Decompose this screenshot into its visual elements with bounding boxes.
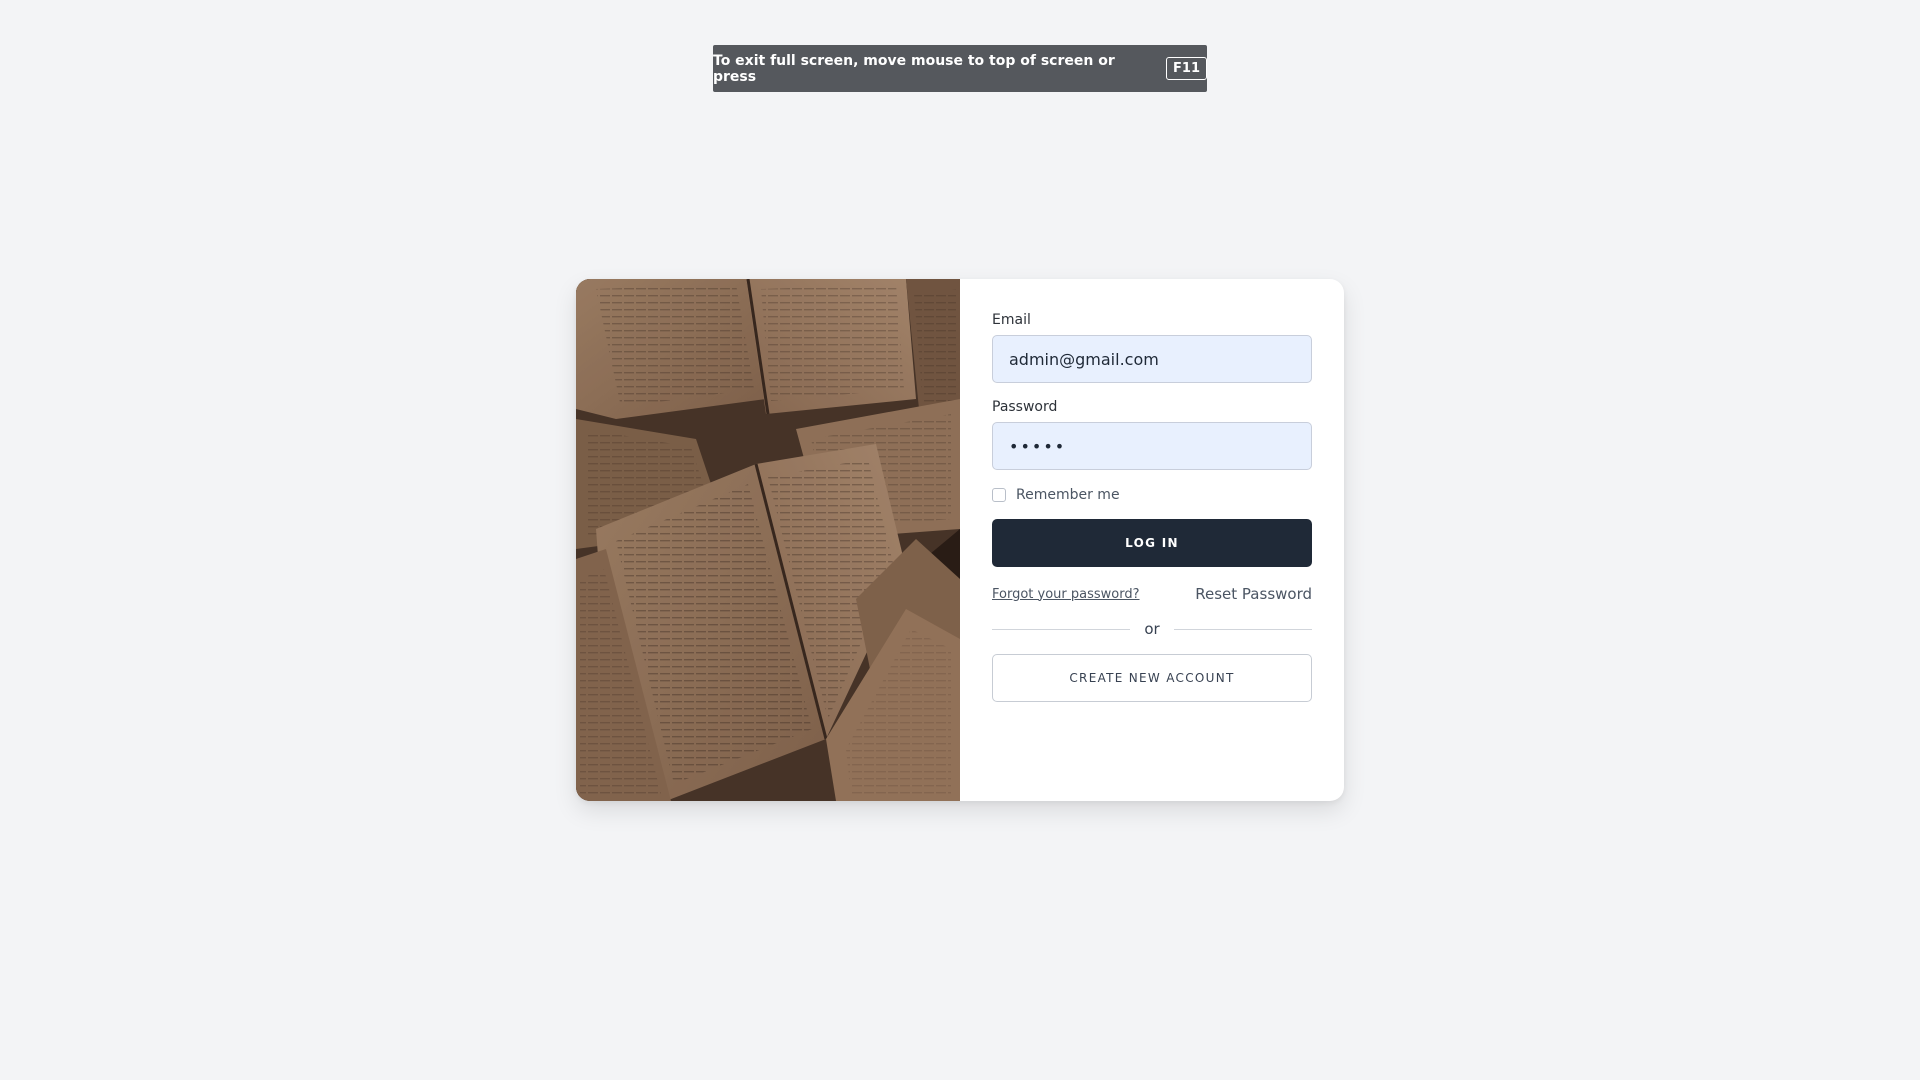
fullscreen-exit-notice: To exit full screen, move mouse to top o… <box>713 45 1207 92</box>
or-divider: or <box>992 620 1312 638</box>
password-label: Password <box>992 399 1058 415</box>
password-links: Forgot your password? Reset Password <box>992 585 1312 603</box>
f11-key-badge: F11 <box>1166 57 1207 80</box>
login-form: Email admin@gmail.com Password ••••• Rem… <box>992 312 1312 702</box>
password-field[interactable]: ••••• <box>992 422 1312 470</box>
divider-line-left <box>992 628 1130 630</box>
email-field[interactable]: admin@gmail.com <box>992 335 1312 383</box>
create-account-button[interactable]: CREATE NEW ACCOUNT <box>992 654 1312 702</box>
divider-line-right <box>1173 628 1312 630</box>
login-button[interactable]: LOG IN <box>992 519 1312 567</box>
login-card: Email admin@gmail.com Password ••••• Rem… <box>576 279 1344 801</box>
remember-me-checkbox[interactable] <box>992 488 1006 502</box>
remember-me-label[interactable]: Remember me <box>1016 487 1120 503</box>
fullscreen-notice-text: To exit full screen, move mouse to top o… <box>713 52 1115 85</box>
divider-text: or <box>1144 620 1160 638</box>
forgot-password-link[interactable]: Forgot your password? <box>992 587 1140 602</box>
reset-password-link[interactable]: Reset Password <box>1195 585 1312 603</box>
books-illustration <box>576 279 960 801</box>
email-label: Email <box>992 312 1031 328</box>
remember-me-row[interactable]: Remember me <box>992 487 1312 503</box>
